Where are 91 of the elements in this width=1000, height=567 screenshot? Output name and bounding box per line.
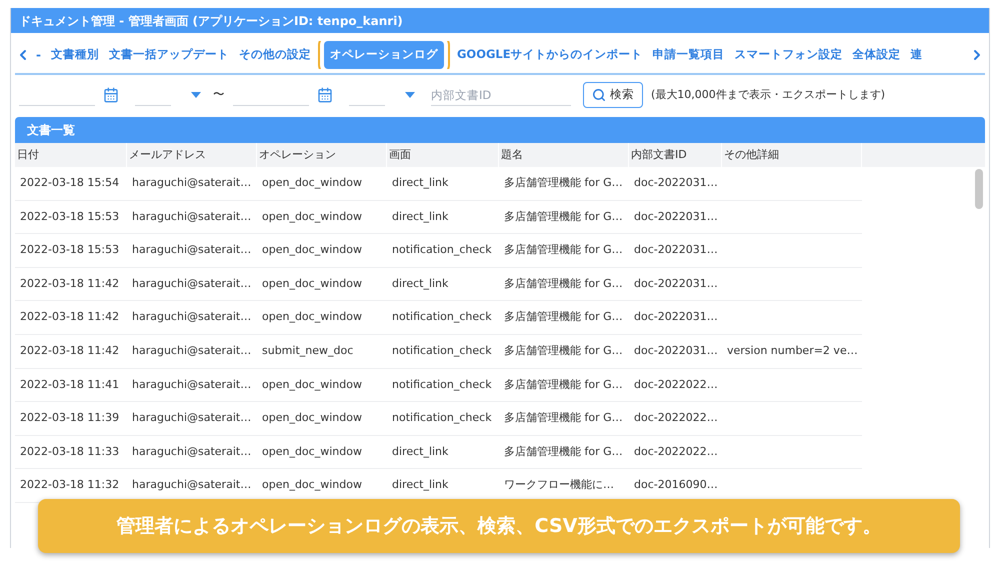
table-cell: direct_link (392, 176, 448, 190)
table-cell: 多店舗管理機能 for G… (504, 276, 623, 290)
table-cell: doc-2022031… (634, 276, 718, 290)
window-title: ドキュメント管理 - 管理者画面 (アプリケーションID: tenpo_kanri) (11, 8, 989, 33)
table-cell: haraguchi@saterait… (132, 344, 252, 358)
table-cell: open_doc_window (262, 310, 362, 324)
table-cell: open_doc_window (262, 276, 362, 290)
table-cell: direct_link (392, 478, 448, 492)
table-cell: 2022-03-18 11:42 (20, 344, 120, 358)
table-cell: version number=2 ve… (727, 344, 858, 358)
table-cell: notification_check (392, 378, 492, 391)
table-cell: notification_check (392, 243, 492, 256)
table-cell: 多店舗管理機能 for G… (504, 411, 623, 424)
table-cell: direct_link (392, 276, 448, 290)
table-cell: notification_check (392, 411, 492, 424)
table-cell: 2022-03-18 11:39 (20, 411, 120, 424)
table-cell: haraguchi@saterait… (132, 243, 252, 256)
table-cell: haraguchi@saterait… (132, 176, 252, 190)
tab[interactable]: 連 (906, 41, 928, 69)
table-cell: 2022-03-18 11:33 (20, 444, 120, 458)
column-header: 内部文書ID (629, 143, 722, 167)
tab-nav-dash: - (35, 47, 42, 64)
column-header: オペレーション (257, 143, 387, 167)
table-cell: haraguchi@saterait… (132, 276, 252, 290)
tab[interactable]: 申請一覧項目 (648, 41, 730, 69)
tab[interactable]: その他の設定 (234, 41, 316, 69)
panel-header: 文書一覧 (15, 117, 985, 143)
table-cell: open_doc_window (262, 478, 362, 492)
column-header: その他詳細 (722, 143, 862, 167)
table-cell: doc-2022022… (634, 411, 718, 424)
table-cell: open_doc_window (262, 444, 362, 458)
table-cell: haraguchi@saterait… (132, 411, 252, 424)
tab[interactable]: GOOGLEサイトからのインポート (452, 41, 648, 69)
table-cell: 多店舗管理機能 for G… (504, 378, 623, 391)
table-cell: 多店舗管理機能 for G… (504, 176, 623, 190)
search-icon (592, 88, 606, 102)
table-cell: 2022-03-18 11:32 (20, 478, 120, 492)
table-cell: doc-2022031… (634, 210, 718, 223)
table-cell: haraguchi@saterait… (132, 210, 252, 223)
tab[interactable]: オペレーションログ (324, 41, 444, 69)
table-cell: 2022-03-18 11:42 (20, 310, 120, 324)
table-cell: notification_check (392, 344, 492, 358)
search-button[interactable]: 検索 (583, 82, 643, 108)
table-cell: doc-2022031… (634, 243, 718, 256)
table-cell: haraguchi@saterait… (132, 444, 252, 458)
table-cell: ワークフロー機能に… (504, 478, 614, 492)
dropdown-caret-icon[interactable] (191, 92, 201, 98)
caption-banner: 管理者によるオペレーションログの表示、検索、CSV形式でのエクスポートが可能です。 (38, 499, 960, 553)
range-separator: 〜 (213, 86, 225, 104)
table-cell: submit_new_doc (262, 344, 354, 358)
table-cell: 2022-03-18 15:54 (20, 176, 120, 190)
table-cell: doc-2022031… (634, 310, 718, 324)
table-cell: doc-2022031… (634, 176, 718, 190)
table-cell: direct_link (392, 444, 448, 458)
tab[interactable]: 文書種別 (46, 41, 104, 69)
table-cell: open_doc_window (262, 176, 362, 190)
tab[interactable]: 文書一括アップデート (104, 41, 234, 69)
tab[interactable]: スマートフォン設定 (730, 41, 848, 69)
table-cell: 2022-03-18 15:53 (20, 243, 120, 256)
table-cell: 2022-03-18 11:42 (20, 276, 120, 290)
dropdown-caret-icon[interactable] (405, 92, 415, 98)
table-cell: doc-2022022… (634, 378, 718, 391)
table-cell: haraguchi@saterait… (132, 478, 252, 492)
column-header: メールアドレス (127, 143, 257, 167)
table-cell: 多店舗管理機能 for G… (504, 210, 623, 223)
column-header: 題名 (499, 143, 629, 167)
column-header: 日付 (15, 143, 127, 167)
table-cell: 2022-03-18 11:41 (20, 378, 120, 391)
table-cell: direct_link (392, 210, 448, 223)
table-cell: doc-2022031… (634, 344, 718, 358)
scrollbar[interactable] (975, 169, 983, 209)
table-cell: open_doc_window (262, 378, 362, 391)
table-cell: 多店舗管理機能 for G… (504, 243, 623, 256)
table-cell: haraguchi@saterait… (132, 378, 252, 391)
table-cell: open_doc_window (262, 210, 362, 223)
table-cell: 多店舗管理機能 for G… (504, 310, 623, 324)
calendar-icon[interactable] (317, 87, 333, 103)
table-cell: doc-2016090… (634, 478, 718, 492)
table-cell: doc-2022022… (634, 444, 718, 458)
table-cell: haraguchi@saterait… (132, 310, 252, 324)
column-header: 画面 (387, 143, 499, 167)
table-cell: 多店舗管理機能 for G… (504, 444, 623, 458)
table-cell: 2022-03-18 15:53 (20, 210, 120, 223)
table-cell: 多店舗管理機能 for G… (504, 344, 623, 358)
document-id-field[interactable]: 内部文書ID (431, 84, 571, 106)
table-cell: open_doc_window (262, 243, 362, 256)
calendar-icon[interactable] (103, 87, 119, 103)
limit-note: (最大10,000件まで表示・エクスポートします) (651, 86, 886, 103)
table-cell: open_doc_window (262, 411, 362, 424)
tab[interactable]: 全体設定 (848, 41, 906, 69)
table-cell: notification_check (392, 310, 492, 324)
